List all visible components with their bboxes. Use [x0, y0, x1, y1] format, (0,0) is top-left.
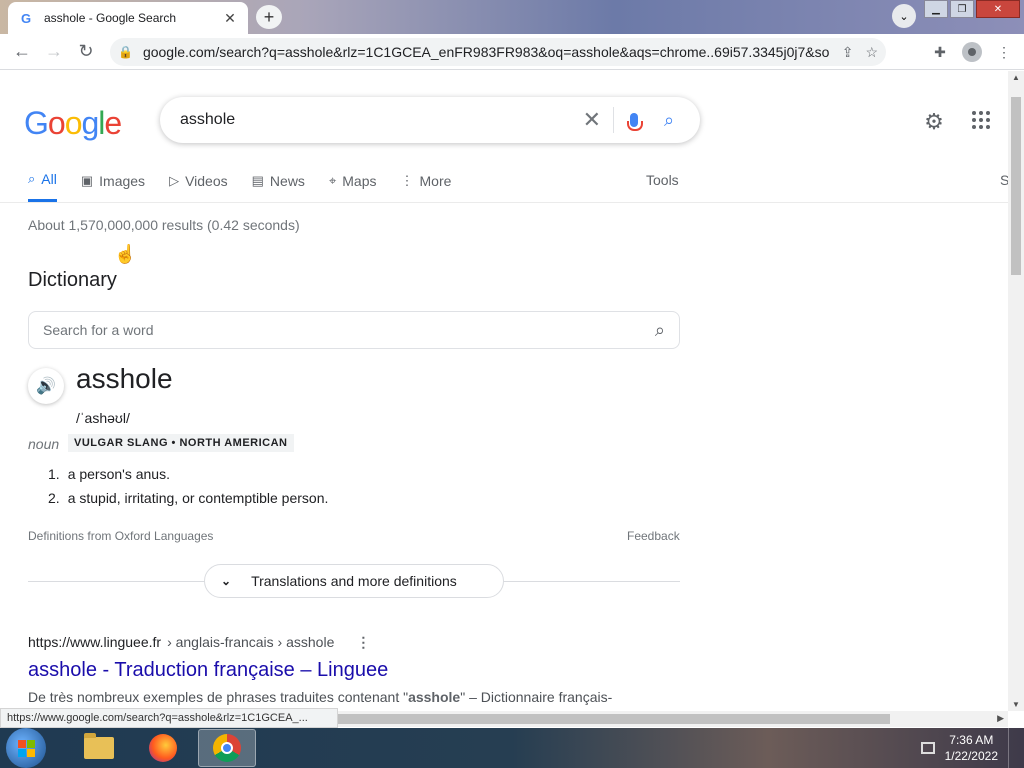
- word-search-input[interactable]: Search for a word ⌕: [28, 311, 680, 349]
- tab-search-button[interactable]: ⌄: [892, 4, 916, 28]
- avatar-icon: [962, 42, 982, 62]
- speaker-icon[interactable]: 🔊: [28, 368, 64, 404]
- windows-taskbar: 7:36 AM 1/22/2022: [0, 728, 1024, 768]
- feedback-link[interactable]: Feedback: [627, 529, 680, 543]
- horizontal-scrollbar[interactable]: ▶: [338, 711, 1008, 727]
- chrome-icon: [213, 734, 241, 762]
- search-box[interactable]: asshole ✕ ⌕: [160, 97, 700, 143]
- search-icon[interactable]: ⌕: [654, 110, 684, 131]
- result-stats: About 1,570,000,000 results (0.42 second…: [28, 217, 300, 233]
- address-bar[interactable]: 🔒 google.com/search?q=asshole&rlz=1C1GCE…: [110, 38, 886, 66]
- network-icon[interactable]: [920, 742, 935, 754]
- tab-maps[interactable]: ⌖ Maps: [329, 171, 377, 202]
- browser-tab[interactable]: G asshole - Google Search ✕: [8, 2, 248, 34]
- apps-grid-icon[interactable]: [972, 111, 990, 129]
- search-results-page: Google asshole ✕ ⌕ ⚙ S ⌕ All ▣ Images ▷ Vid…: [0, 71, 1008, 711]
- part-of-speech: noun: [28, 436, 60, 452]
- search-query[interactable]: asshole: [180, 111, 571, 129]
- register-label: VULGAR SLANG • NORTH AMERICAN: [68, 434, 294, 452]
- lock-icon[interactable]: 🔒: [118, 45, 133, 59]
- tab-more[interactable]: ⋮ More: [401, 171, 452, 202]
- more-vert-icon: ⋮: [400, 172, 414, 188]
- forward-button[interactable]: →: [38, 36, 70, 68]
- definitions-source: Definitions from Oxford Languages: [28, 529, 214, 543]
- definition-item: 1. a person's anus.: [48, 466, 170, 482]
- browser-tab-strip: G asshole - Google Search ✕ + ⌄ ▁ ❐ ✕: [0, 0, 1024, 34]
- reload-button[interactable]: ↻: [70, 36, 102, 68]
- windows-logo-icon: [17, 739, 35, 757]
- extensions-puzzle-icon[interactable]: ✚: [928, 38, 952, 66]
- cite-path: › anglais-francais › asshole: [167, 634, 335, 650]
- video-icon: ▷: [169, 172, 180, 188]
- close-window-button[interactable]: ✕: [976, 0, 1020, 18]
- tab-images[interactable]: ▣ Images: [81, 171, 145, 202]
- firefox-icon: [149, 734, 177, 762]
- taskbar-clock[interactable]: 7:36 AM 1/22/2022: [945, 732, 998, 764]
- start-button[interactable]: [6, 728, 46, 768]
- map-pin-icon: ⌖: [328, 172, 337, 188]
- tab-videos[interactable]: ▷ Videos: [169, 171, 228, 202]
- profile-avatar[interactable]: [960, 38, 984, 66]
- definitions-list: 1. a person's anus. 2. a stupid, irritatin…: [48, 462, 328, 510]
- new-tab-button[interactable]: +: [256, 5, 282, 29]
- show-desktop-button[interactable]: [1008, 728, 1018, 768]
- tab-title: asshole - Google Search: [44, 11, 177, 25]
- sign-in-button[interactable]: S: [1000, 172, 1008, 188]
- tab-news[interactable]: ▤ News: [252, 171, 305, 202]
- word-search-placeholder[interactable]: Search for a word: [43, 322, 655, 338]
- back-button[interactable]: ←: [6, 36, 38, 68]
- more-vert-icon[interactable]: ⋮: [356, 634, 370, 651]
- address-url[interactable]: google.com/search?q=asshole&rlz=1C1GCEA_…: [143, 44, 830, 60]
- dictionary-heading: Dictionary: [28, 269, 117, 291]
- tab-all[interactable]: ⌕ All: [28, 171, 57, 202]
- scroll-down-icon[interactable]: ▼: [1012, 700, 1020, 709]
- vertical-scrollbar[interactable]: ▲ ▼: [1008, 71, 1024, 711]
- result-snippet: De très nombreux exemples de phrases tra…: [28, 689, 613, 705]
- status-bar-url: https://www.google.com/search?q=asshole&…: [0, 708, 338, 728]
- result-title-link[interactable]: asshole - Traduction française – Linguee: [28, 659, 388, 682]
- bookmark-star-icon[interactable]: ☆: [865, 44, 878, 61]
- google-logo[interactable]: Google: [24, 105, 122, 142]
- tabs-divider: [0, 202, 1008, 203]
- scrollbar-thumb[interactable]: [338, 714, 890, 724]
- search-icon: ⌕: [28, 171, 36, 186]
- image-icon: ▣: [80, 172, 94, 188]
- taskbar-chrome[interactable]: [198, 729, 256, 767]
- taskbar-firefox[interactable]: [134, 729, 192, 767]
- browser-menu-icon[interactable]: ⋮: [992, 38, 1016, 66]
- window-controls: ⌄ ▁ ❐ ✕: [892, 0, 1020, 28]
- voice-search-icon[interactable]: [614, 113, 654, 131]
- folder-icon: [84, 733, 114, 759]
- tools-button[interactable]: Tools: [646, 172, 679, 188]
- browser-toolbar: ← → ↻ 🔒 google.com/search?q=asshole&rlz=…: [0, 34, 1024, 70]
- scroll-right-icon[interactable]: ▶: [997, 713, 1004, 724]
- extension-area: ✚ ⋮: [928, 38, 1016, 66]
- system-tray: 7:36 AM 1/22/2022: [920, 728, 1024, 768]
- cite-domain: https://www.linguee.fr: [28, 634, 162, 650]
- minimize-button[interactable]: ▁: [924, 0, 948, 18]
- scroll-up-icon[interactable]: ▲: [1012, 73, 1020, 82]
- more-definitions-button[interactable]: ⌄ Translations and more definitions: [204, 564, 504, 598]
- scrollbar-thumb[interactable]: [1011, 97, 1021, 275]
- tab-close-icon[interactable]: ✕: [222, 10, 238, 27]
- more-definitions-label: Translations and more definitions: [251, 573, 457, 589]
- dictionary-headword: asshole: [76, 363, 173, 394]
- definition-item: 2. a stupid, irritating, or contemptible …: [48, 490, 329, 506]
- search-icon[interactable]: ⌕: [655, 320, 665, 341]
- phonetic-spelling: /ˈashəʊl/: [76, 410, 130, 426]
- share-icon[interactable]: ⇪: [842, 44, 854, 61]
- taskbar-file-explorer[interactable]: [70, 729, 128, 767]
- news-icon: ▤: [251, 172, 264, 188]
- search-tabs: ⌕ All ▣ Images ▷ Videos ▤ News ⌖ Maps ⋮ More: [28, 171, 451, 202]
- gear-icon[interactable]: ⚙: [922, 109, 946, 134]
- clock-time: 7:36 AM: [949, 733, 994, 747]
- hand-cursor-icon: ☝: [114, 244, 137, 264]
- clear-icon[interactable]: ✕: [571, 107, 614, 133]
- chevron-down-icon: ⌄: [221, 574, 232, 588]
- maximize-button[interactable]: ❐: [950, 0, 974, 18]
- result-cite[interactable]: https://www.linguee.fr › anglais-francai…: [28, 634, 370, 651]
- clock-date: 1/22/2022: [944, 749, 998, 763]
- google-favicon-icon: G: [20, 10, 32, 26]
